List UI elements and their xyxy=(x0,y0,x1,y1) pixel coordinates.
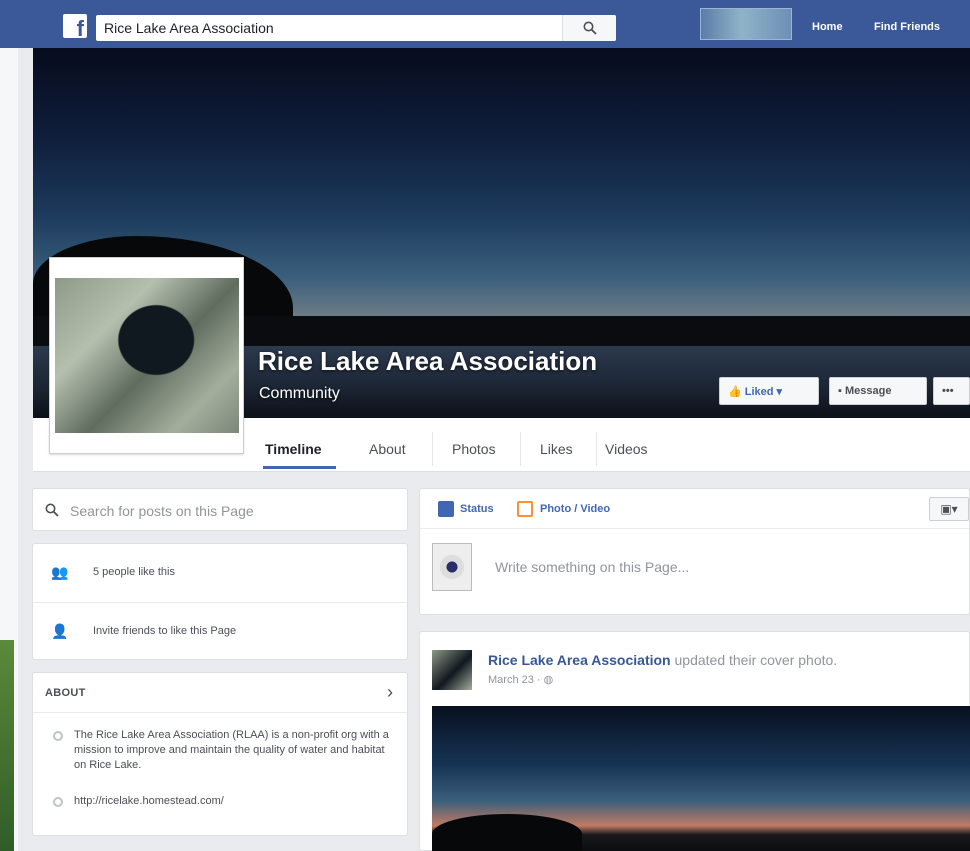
post-date: March 23 · xyxy=(488,674,544,686)
top-bar: f Rice Lake Area Association Home Find F… xyxy=(0,0,970,48)
website-link[interactable]: http://ricelake.homestead.com/ xyxy=(74,795,224,807)
about-card: ABOUT › The Rice Lake Area Association (… xyxy=(32,672,408,836)
photo-icon xyxy=(517,501,533,517)
post-action: updated their cover photo. xyxy=(670,652,838,668)
more-button[interactable]: ••• xyxy=(933,377,970,405)
photo-video-tab[interactable]: Photo / Video xyxy=(540,503,610,515)
likes-card: 👥 5 people like this 👤 Invite friends to… xyxy=(32,543,408,660)
info-icon xyxy=(53,731,63,741)
message-icon: ▪ xyxy=(838,385,842,397)
nav-home[interactable]: Home xyxy=(812,21,843,33)
about-heading: ABOUT xyxy=(45,687,86,699)
tab-divider xyxy=(596,432,597,466)
timeline-post: Rice Lake Area Association updated their… xyxy=(419,631,970,851)
profile-link-blurred[interactable] xyxy=(700,8,792,40)
message-button[interactable]: ▪ Message xyxy=(829,377,927,405)
search-value: Rice Lake Area Association xyxy=(104,20,274,36)
tab-divider xyxy=(432,432,433,466)
liked-label: Liked ▾ xyxy=(744,386,783,398)
chevron-right-icon: › xyxy=(387,682,393,702)
more-icon: ••• xyxy=(942,385,954,397)
post-timestamp[interactable]: March 23 · ◍ xyxy=(488,673,553,686)
likes-count-row[interactable]: 👥 5 people like this xyxy=(33,544,407,602)
post-image-trees xyxy=(432,814,582,851)
thumbs-up-icon: 👍 xyxy=(728,386,742,398)
composer-input[interactable]: Write something on this Page... xyxy=(495,559,689,575)
page-post-search-placeholder: Search for posts on this Page xyxy=(70,503,254,519)
about-description: The Rice Lake Area Association (RLAA) is… xyxy=(74,729,389,771)
search-icon xyxy=(45,503,59,517)
status-icon xyxy=(438,501,454,517)
nav-find-friends[interactable]: Find Friends xyxy=(874,21,940,33)
facebook-logo-icon[interactable]: f xyxy=(63,14,87,40)
invite-friends-row[interactable]: 👤 Invite friends to like this Page xyxy=(33,602,407,660)
people-icon: 👥 xyxy=(51,564,69,580)
tab-videos[interactable]: Videos xyxy=(605,441,648,457)
page-title: Rice Lake Area Association xyxy=(258,346,598,376)
search-button[interactable] xyxy=(562,15,616,41)
post-cover-image[interactable] xyxy=(432,706,970,851)
tab-likes[interactable]: Likes xyxy=(540,441,573,457)
add-person-icon: 👤 xyxy=(51,623,69,639)
invite-friends-label: Invite friends to like this Page xyxy=(93,625,237,637)
composer-avatar xyxy=(432,543,472,591)
post-composer: Status Photo / Video ▣▾ Write something … xyxy=(419,488,970,615)
post-header: Rice Lake Area Association updated their… xyxy=(488,652,837,668)
likes-count: 5 people like this xyxy=(93,566,175,578)
tab-photos[interactable]: Photos xyxy=(452,441,496,457)
globe-icon xyxy=(53,797,63,807)
search-input[interactable]: Rice Lake Area Association xyxy=(96,15,616,41)
globe-icon: ◍ xyxy=(543,674,554,686)
post-author-avatar[interactable] xyxy=(432,650,472,690)
about-header[interactable]: ABOUT › xyxy=(33,673,407,713)
background-edge xyxy=(0,640,14,851)
status-tab[interactable]: Status xyxy=(460,503,494,515)
search-icon xyxy=(583,21,597,35)
active-tab-indicator xyxy=(263,466,336,469)
message-label: Message xyxy=(844,385,892,397)
posting-as-button[interactable]: ▣▾ xyxy=(929,497,969,521)
tab-about[interactable]: About xyxy=(369,441,406,457)
profile-picture-image xyxy=(55,278,239,433)
tab-timeline[interactable]: Timeline xyxy=(265,441,322,457)
page-category[interactable]: Community xyxy=(259,385,340,403)
page-post-search[interactable]: Search for posts on this Page xyxy=(32,488,408,531)
profile-picture[interactable] xyxy=(49,257,244,454)
tab-divider xyxy=(520,432,521,466)
composer-tabs: Status Photo / Video ▣▾ xyxy=(420,489,969,529)
post-author-name[interactable]: Rice Lake Area Association xyxy=(488,652,671,668)
liked-button[interactable]: 👍 Liked ▾ xyxy=(719,377,819,405)
